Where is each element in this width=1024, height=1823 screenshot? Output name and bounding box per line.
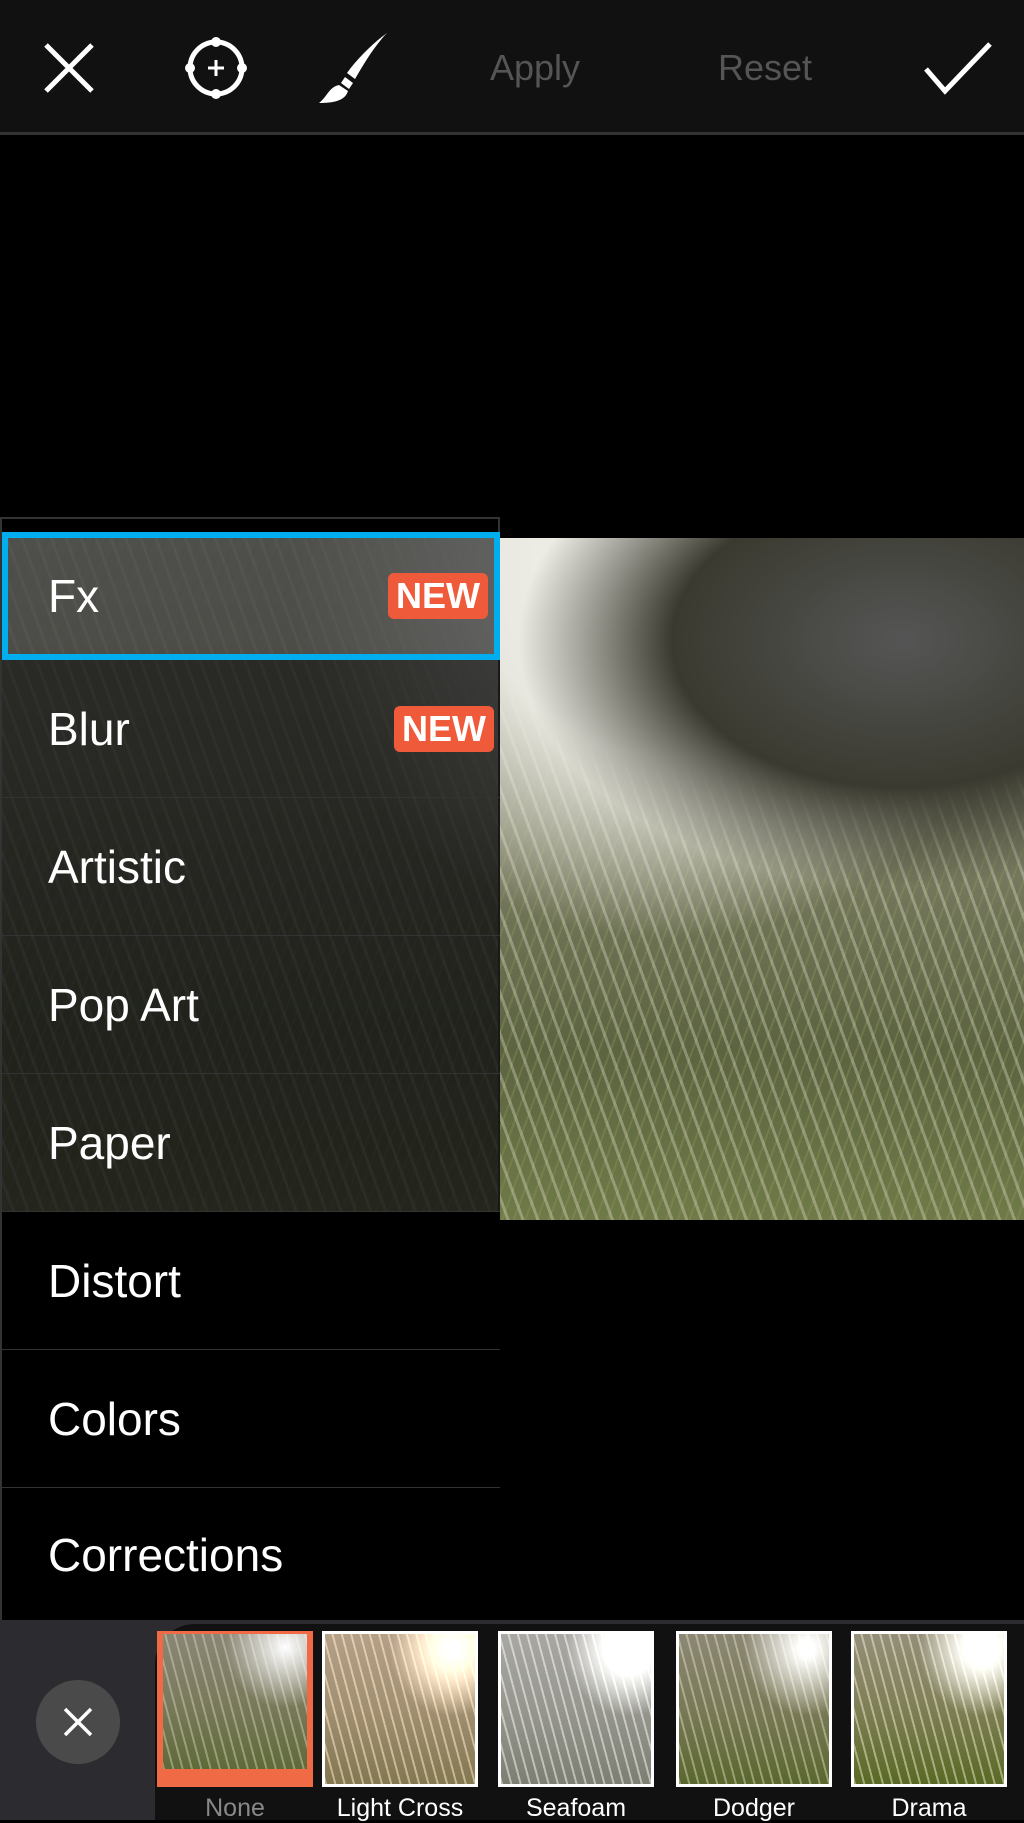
apply-button[interactable]: Apply xyxy=(470,0,600,135)
confirm-button[interactable] xyxy=(918,0,998,135)
menu-item-blur[interactable]: Blur NEW xyxy=(2,660,500,798)
top-toolbar: Apply Reset xyxy=(0,0,1024,135)
effects-category-menu: Fx NEW Blur NEW Artistic Pop Art Paper Dis… xyxy=(0,517,500,1622)
menu-item-label: Paper xyxy=(48,1116,171,1169)
close-effects-button[interactable] xyxy=(36,1680,120,1764)
menu-item-label: Pop Art xyxy=(48,978,199,1031)
checkmark-icon xyxy=(924,41,992,95)
menu-item-label: Blur xyxy=(48,702,130,755)
close-icon xyxy=(63,1707,93,1737)
effects-thumbnail-strip[interactable]: None Light Cross Seafoam Dodger Drama xyxy=(155,1624,1024,1822)
menu-item-corrections[interactable]: Corrections xyxy=(2,1488,500,1622)
menu-item-label: Colors xyxy=(48,1392,181,1445)
effect-label: Seafoam xyxy=(525,1794,627,1822)
menu-item-colors[interactable]: Colors xyxy=(2,1350,500,1488)
effect-thumb-seafoam[interactable] xyxy=(498,1631,654,1787)
menu-item-label: Distort xyxy=(48,1254,181,1307)
menu-item-label: Fx xyxy=(48,570,100,622)
menu-item-pop-art[interactable]: Pop Art xyxy=(2,936,500,1074)
menu-item-artistic[interactable]: Artistic xyxy=(2,798,500,936)
menu-item-fx[interactable]: Fx NEW xyxy=(2,532,500,660)
effect-thumb-drama[interactable] xyxy=(851,1631,1007,1787)
target-icon xyxy=(185,36,247,99)
effect-label: None xyxy=(205,1794,265,1822)
effect-thumb-dodger[interactable] xyxy=(676,1631,832,1787)
close-button[interactable] xyxy=(30,0,108,135)
effect-label: Dodger xyxy=(713,1794,795,1822)
effect-label: Drama xyxy=(891,1794,967,1822)
menu-item-paper[interactable]: Paper xyxy=(2,1074,500,1212)
reset-button[interactable]: Reset xyxy=(700,0,830,135)
new-badge: NEW xyxy=(394,705,494,752)
menu-item-label: Artistic xyxy=(48,840,186,893)
effect-thumb-light-cross[interactable] xyxy=(322,1631,478,1787)
target-button[interactable] xyxy=(178,0,254,135)
brush-icon xyxy=(319,32,387,103)
new-badge: NEW xyxy=(388,573,488,619)
brush-button[interactable] xyxy=(312,0,392,135)
menu-item-distort[interactable]: Distort xyxy=(2,1212,500,1350)
effect-label: Light Cross xyxy=(336,1794,464,1822)
effects-bar: None Light Cross Seafoam Dodger Drama xyxy=(0,1620,1024,1822)
close-icon xyxy=(44,42,94,93)
menu-item-label: Corrections xyxy=(48,1528,284,1581)
effect-thumb-none[interactable] xyxy=(157,1631,313,1787)
